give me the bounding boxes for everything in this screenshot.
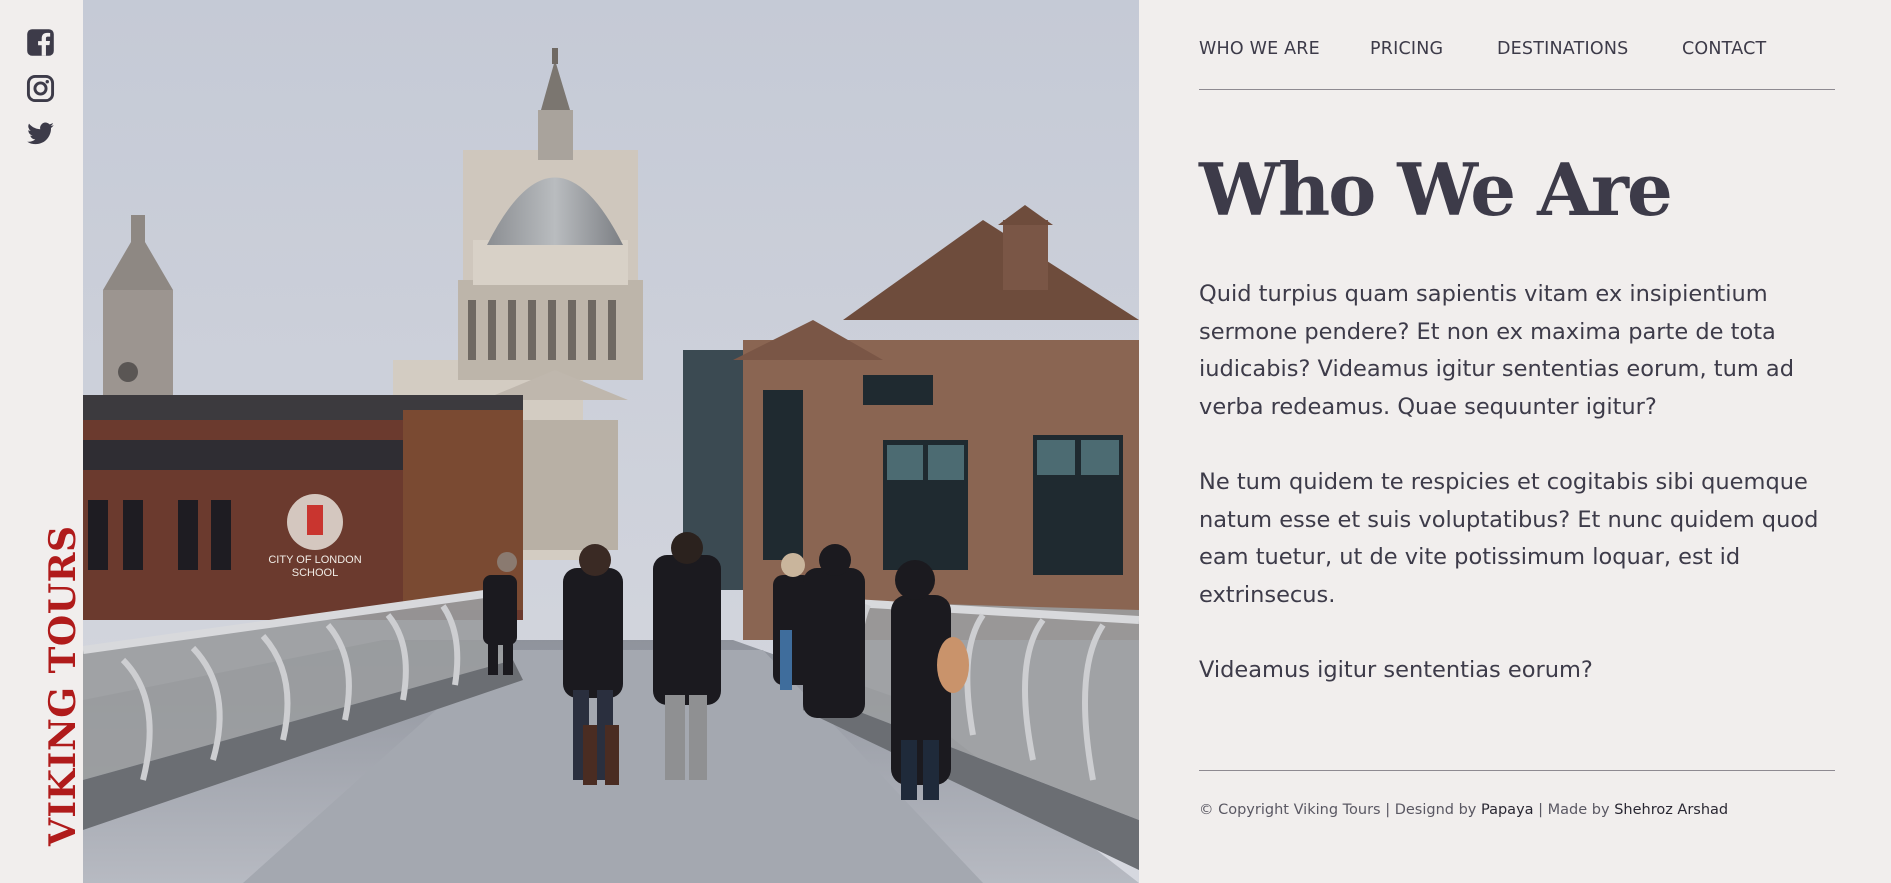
closing-paragraph: Videamus igitur sententias eorum? [1199, 657, 1593, 683]
footer-divider [1199, 770, 1835, 771]
nav-item-contact[interactable]: CONTACT [1682, 39, 1766, 59]
photo-sign-text-2: SCHOOL [292, 567, 338, 579]
footer-separator: | [1380, 802, 1395, 818]
footer-designer-link[interactable]: Papaya [1481, 802, 1534, 818]
facebook-icon[interactable] [26, 28, 55, 57]
top-nav: WHO WE ARE PRICING DESTINATIONS CONTACT [1199, 39, 1835, 90]
photo-sign-text: CITY OF LONDON [268, 554, 361, 566]
footer-made-by-label: Made by [1547, 802, 1615, 818]
nav-item-destinations[interactable]: DESTINATIONS [1497, 39, 1628, 59]
footer-separator-2: | [1533, 802, 1548, 818]
nav-item-pricing[interactable]: PRICING [1370, 39, 1443, 59]
page-title: Who We Are [1199, 147, 1673, 232]
instagram-icon[interactable] [26, 74, 55, 103]
social-rail: VIKING TOURS [0, 0, 84, 883]
footer-copyright: © Copyright Viking Tours [1199, 802, 1381, 818]
second-paragraph: Ne tum quidem te respicies et cogitabis … [1199, 469, 1819, 608]
twitter-icon[interactable] [26, 119, 55, 148]
footer-designed-by-label: Designd by [1394, 802, 1481, 818]
brand-logo-text[interactable]: VIKING TOURS [42, 525, 84, 846]
nav-item-who-we-are[interactable]: WHO WE ARE [1199, 39, 1320, 59]
main-content: WHO WE ARE PRICING DESTINATIONS CONTACT … [1199, 0, 1835, 883]
intro-paragraph: Quid turpius quam sapientis vitam ex ins… [1199, 281, 1794, 420]
footer-maker-link[interactable]: Shehroz Arshad [1614, 802, 1728, 818]
hero-photo: CITY OF LONDON SCHOOL [83, 0, 1139, 883]
footer: © Copyright Viking Tours | Designd by Pa… [1199, 802, 1728, 818]
